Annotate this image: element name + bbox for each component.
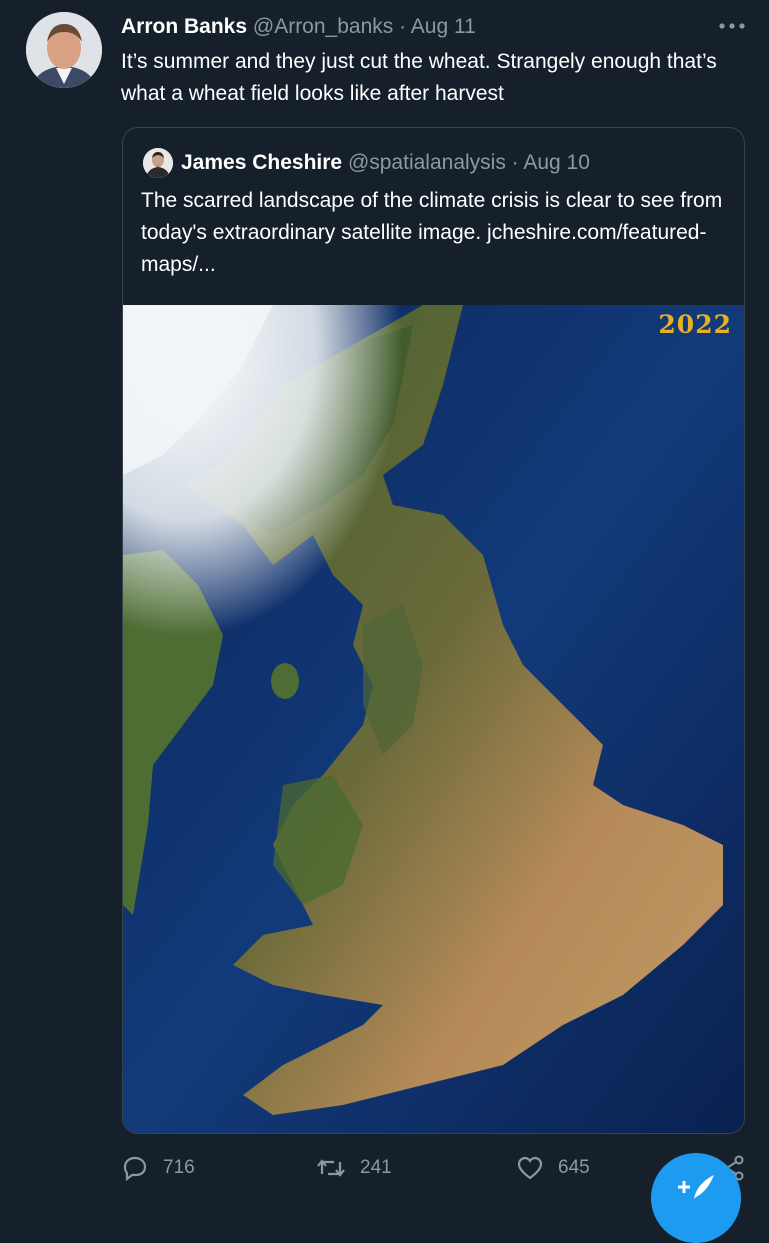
heart-icon [517, 1156, 543, 1180]
quoted-tweet-header: James Cheshire @spatialanalysis · Aug 10 [181, 150, 590, 176]
author-handle[interactable]: @Arron_banks [253, 15, 393, 38]
quoted-header-separator: · [511, 151, 519, 174]
tweet-header: Arron Banks @Arron_banks · Aug 11 [121, 14, 476, 40]
tweet-date[interactable]: Aug 11 [411, 15, 476, 38]
reply-icon [123, 1156, 147, 1182]
author-avatar[interactable] [26, 12, 102, 88]
compose-tweet-button[interactable] [651, 1153, 741, 1243]
compose-tweet-icon [674, 1169, 718, 1212]
more-options-button[interactable] [716, 12, 748, 40]
map-year-label: 2022 [658, 310, 732, 339]
reply-count: 716 [163, 1157, 195, 1178]
quoted-author-handle[interactable]: @spatialanalysis [348, 151, 506, 174]
reply-button[interactable]: 716 [121, 1152, 195, 1184]
header-separator: · [399, 15, 407, 38]
quoted-tweet-date[interactable]: Aug 10 [523, 151, 590, 174]
retweet-icon [317, 1159, 345, 1177]
author-name[interactable]: Arron Banks [121, 15, 247, 38]
more-horizontal-icon [719, 23, 745, 29]
quoted-tweet-card[interactable]: James Cheshire @spatialanalysis · Aug 10… [122, 127, 745, 1134]
retweet-count: 241 [360, 1157, 392, 1178]
quoted-author-name[interactable]: James Cheshire [181, 151, 342, 174]
like-count: 645 [558, 1157, 590, 1178]
retweet-button[interactable]: 241 [316, 1152, 392, 1184]
like-button[interactable]: 645 [516, 1152, 590, 1184]
tweet-text: It’s summer and they just cut the wheat.… [121, 50, 717, 105]
quoted-author-avatar[interactable] [143, 148, 173, 178]
satellite-map-image[interactable] [123, 305, 744, 1133]
quoted-tweet-text: The scarred landscape of the climate cri… [141, 185, 731, 281]
